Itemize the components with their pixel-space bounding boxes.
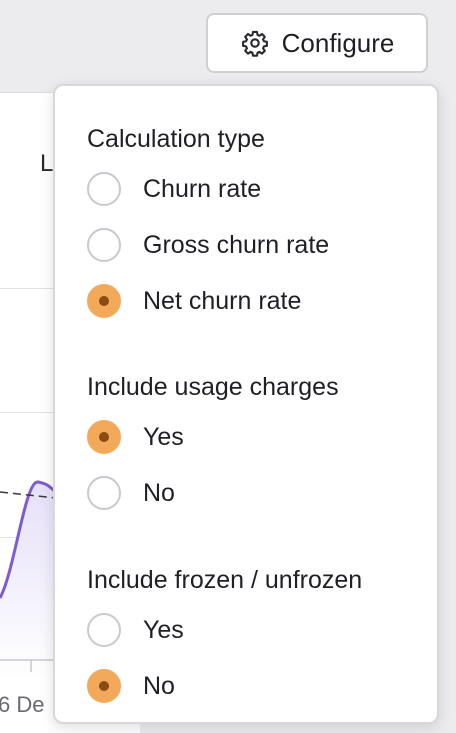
- radio-button[interactable]: [87, 476, 121, 510]
- section-title: Include frozen / unfrozen: [87, 566, 363, 594]
- radio-option-gross-churn-rate[interactable]: Gross churn rate: [87, 217, 417, 273]
- radio-button-selected[interactable]: [87, 420, 121, 454]
- radio-option-no[interactable]: No: [87, 465, 417, 521]
- radio-option-yes[interactable]: Yes: [87, 409, 417, 465]
- radio-button[interactable]: [87, 613, 121, 647]
- radio-option-label: Net churn rate: [143, 286, 302, 315]
- radio-option-yes[interactable]: Yes: [87, 602, 417, 658]
- radio-option-net-churn-rate[interactable]: Net churn rate: [87, 273, 417, 329]
- radio-option-label: Yes: [143, 422, 184, 451]
- section-title: Calculation type: [87, 125, 265, 153]
- chart-title-fragment: L: [40, 150, 54, 177]
- radio-button[interactable]: [87, 228, 121, 262]
- configure-button[interactable]: Configure: [206, 13, 428, 73]
- radio-option-label: Yes: [143, 615, 184, 644]
- x-tick-label: 6 De: [0, 692, 45, 717]
- radio-option-no[interactable]: No: [87, 658, 417, 714]
- gear-icon: [240, 28, 270, 58]
- configure-button-label: Configure: [281, 27, 395, 58]
- series-area: [0, 481, 56, 680]
- section-include-frozen-unfrozen: Include frozen / unfrozen Yes No: [87, 563, 417, 714]
- radio-option-label: Churn rate: [143, 174, 262, 203]
- radio-option-label: No: [143, 671, 175, 700]
- radio-option-label: No: [143, 478, 175, 507]
- radio-option-churn-rate[interactable]: Churn rate: [87, 161, 417, 217]
- section-calculation-type: Calculation type Churn rate Gross churn …: [87, 122, 417, 329]
- radio-button-selected[interactable]: [87, 284, 121, 318]
- configure-popover: Calculation type Churn rate Gross churn …: [53, 84, 439, 724]
- radio-option-label: Gross churn rate: [143, 230, 330, 259]
- radio-button-selected[interactable]: [87, 669, 121, 703]
- section-title: Include usage charges: [87, 373, 339, 401]
- section-include-usage-charges: Include usage charges Yes No: [87, 370, 417, 521]
- radio-button[interactable]: [87, 172, 121, 206]
